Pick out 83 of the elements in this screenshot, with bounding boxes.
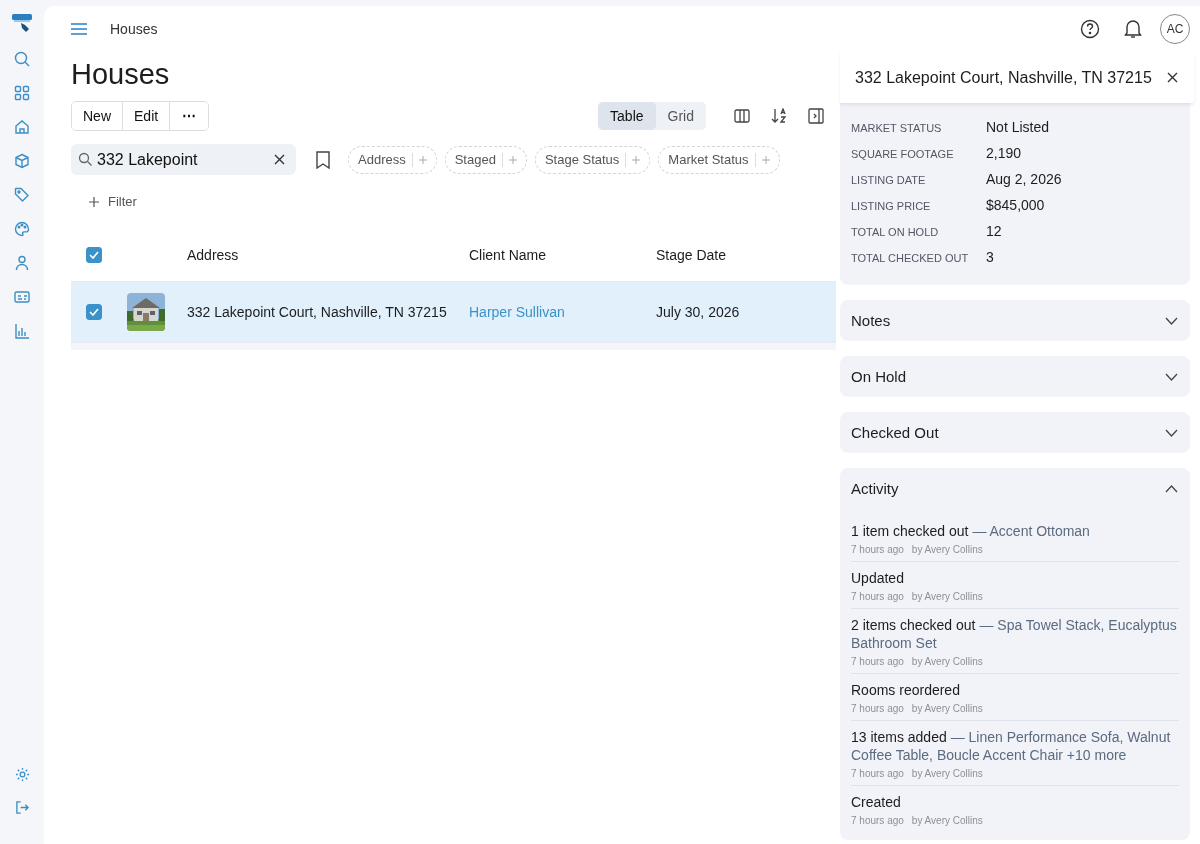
detail-value: Not Listed — [986, 119, 1050, 135]
search-icon[interactable] — [14, 51, 30, 67]
activity-time: 7 hours ago — [851, 768, 904, 779]
menu-icon[interactable] — [71, 23, 87, 35]
detail-value: 12 — [986, 223, 1002, 239]
row-checkbox[interactable] — [86, 304, 102, 320]
checkmark-icon — [89, 308, 99, 316]
plus-icon — [89, 196, 99, 207]
search-icon — [78, 152, 92, 166]
section-title[interactable]: On Hold — [851, 368, 907, 385]
select-all-checkbox[interactable] — [86, 247, 102, 263]
action-button[interactable]: New — [72, 102, 123, 130]
table-cell: 332 Lakepoint Court, Nashville, TN 37215 — [187, 304, 447, 320]
activity-author: by Avery Collins — [911, 544, 983, 555]
person-icon[interactable] — [14, 255, 30, 271]
plus-icon — [761, 155, 770, 164]
activity-text: Rooms reordered — [851, 681, 961, 699]
plus-icon — [632, 155, 641, 164]
checkmark-icon — [89, 251, 99, 259]
bookmark-icon[interactable] — [316, 150, 330, 169]
home-icon[interactable] — [14, 119, 30, 135]
detail-label: LISTING PRICE — [851, 199, 932, 212]
activity-text: 13 items added — Linen Performance Sofa, Walnut Coffee Table, Boucle Accent Chair +10 more — [851, 728, 1172, 764]
activity-author: by Avery Collins — [911, 591, 983, 602]
search-field[interactable]: 332 Lakepoint — [71, 144, 296, 175]
side-panel-icon[interactable] — [808, 108, 824, 124]
activity-time: 7 hours ago — [851, 703, 904, 714]
view-tab[interactable]: Table — [598, 102, 656, 130]
tag-icon[interactable] — [14, 187, 30, 203]
logout-icon[interactable] — [14, 800, 30, 815]
clear-icon[interactable] — [274, 154, 285, 165]
activity-text: 2 items checked out — Spa Towel Stack, Eucalyptus Bathroom Set — [851, 616, 1178, 652]
view-tab[interactable]: Grid — [655, 102, 706, 130]
column-header[interactable]: Address — [187, 247, 239, 263]
chevron-down-icon[interactable] — [1165, 316, 1178, 325]
column-header[interactable]: Stage Date — [656, 247, 727, 263]
box-icon[interactable] — [14, 153, 30, 169]
help-icon[interactable] — [1080, 19, 1100, 39]
detail-label: MARKET STATUS — [851, 121, 943, 134]
activity-text: Created — [851, 793, 902, 811]
section-title[interactable]: Notes — [851, 312, 891, 329]
settings-icon[interactable] — [14, 767, 30, 782]
card-icon[interactable] — [14, 289, 30, 305]
section-title[interactable]: Activity — [851, 480, 899, 497]
columns-icon[interactable] — [734, 109, 750, 123]
chevron-down-icon[interactable] — [1165, 428, 1178, 437]
chart-icon[interactable] — [14, 323, 30, 339]
table-cell: July 30, 2026 — [656, 304, 740, 320]
activity-time: 7 hours ago — [851, 656, 904, 667]
detail-label: TOTAL ON HOLD — [851, 225, 940, 238]
activity-text: Updated — [851, 569, 905, 587]
page-title: Houses — [71, 58, 171, 91]
activity-time: 7 hours ago — [851, 815, 904, 826]
activity-author: by Avery Collins — [911, 768, 983, 779]
detail-label: SQUARE FOOTAGE — [851, 147, 955, 160]
detail-label: TOTAL CHECKED OUT — [851, 251, 970, 264]
activity-author: by Avery Collins — [911, 703, 983, 714]
palette-icon[interactable] — [14, 221, 30, 237]
activity-time: 7 hours ago — [851, 544, 904, 555]
sort-icon[interactable] — [770, 108, 788, 124]
section-title[interactable]: Checked Out — [851, 424, 939, 441]
detail-value: $845,000 — [986, 197, 1045, 213]
chevron-up-icon[interactable] — [1165, 484, 1178, 493]
activity-text: 1 item checked out — Accent Ottoman — [851, 522, 1091, 540]
detail-value: 3 — [986, 249, 994, 265]
detail-value: Aug 2, 2026 — [986, 171, 1062, 187]
grid-icon[interactable] — [14, 85, 30, 101]
close-icon[interactable] — [1167, 72, 1178, 83]
breadcrumb[interactable]: Houses — [110, 21, 158, 37]
panel-title: 332 Lakepoint Court, Nashville, TN 37215 — [855, 68, 1152, 87]
activity-author: by Avery Collins — [911, 815, 983, 826]
logo-icon — [11, 12, 33, 34]
plus-icon — [508, 155, 517, 164]
detail-label: LISTING DATE — [851, 173, 927, 186]
table-row[interactable]: 332 Lakepoint Court, Nashville, TN 37215 Harper Sullivan July 30, 2026 — [71, 282, 836, 342]
detail-value: 2,190 — [986, 145, 1022, 161]
chevron-down-icon[interactable] — [1165, 372, 1178, 381]
activity-time: 7 hours ago — [851, 591, 904, 602]
column-header[interactable]: Client Name — [469, 247, 547, 263]
plus-icon — [418, 155, 427, 164]
notification-icon[interactable] — [1124, 19, 1142, 39]
activity-author: by Avery Collins — [911, 656, 983, 667]
add-filter-button[interactable]: Filter — [89, 194, 137, 209]
